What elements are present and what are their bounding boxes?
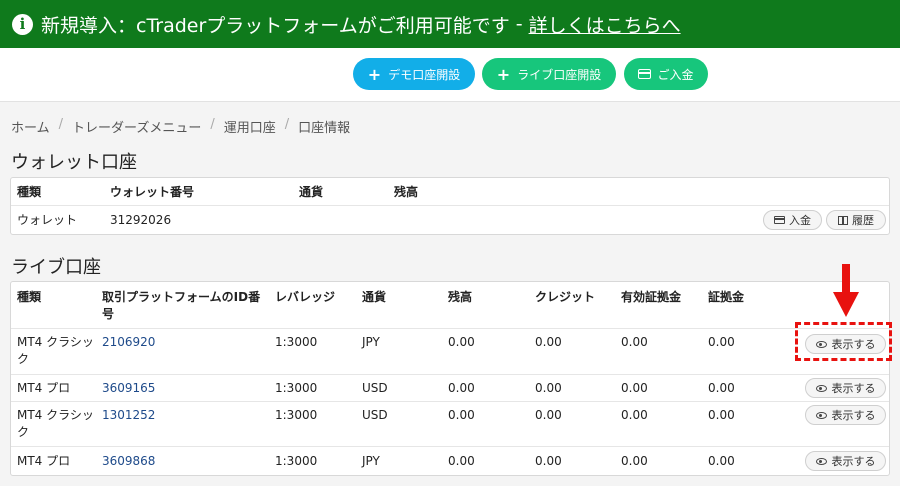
account-currency: JPY [362, 454, 380, 468]
account-currency: JPY [362, 335, 380, 349]
header-equity: 有効証拠金 [621, 290, 682, 304]
open-live-account-button[interactable]: + ライブ口座開設 [482, 58, 616, 90]
breadcrumb-separator: / [58, 117, 64, 132]
account-currency: USD [362, 408, 388, 422]
account-id: 1301252 [102, 408, 156, 422]
account-margin: 0.00 [708, 335, 735, 349]
header-margin: 証拠金 [708, 290, 745, 304]
account-margin: 0.00 [708, 381, 735, 395]
account-id: 3609868 [102, 454, 156, 468]
info-icon: i [12, 13, 33, 35]
table-row: ウォレット 31292026 入金 履歴 [11, 206, 889, 235]
account-leverage: 1:3000 [275, 335, 318, 349]
header-currency: 通貨 [299, 185, 324, 199]
breadcrumb-separator: / [210, 117, 215, 132]
live-accounts-table: 種類 取引プラットフォームのID番号 レバレッジ 通貨 残高 クレジット 有効証… [10, 281, 890, 476]
banner-separator: - [515, 13, 523, 35]
plus-icon: + [496, 64, 511, 84]
account-margin: 0.00 [708, 408, 735, 422]
account-currency: USD [362, 381, 388, 395]
banner-text: 新規導入：cTraderプラットフォームがご利用可能です [41, 14, 510, 37]
wallet-deposit-button[interactable]: 入金 [763, 210, 822, 230]
account-leverage: 1:3000 [275, 381, 318, 395]
account-equity: 0.00 [621, 408, 648, 422]
account-balance: 0.00 [448, 454, 475, 468]
deposit-button[interactable]: ご入金 [624, 58, 708, 90]
account-leverage: 1:3000 [275, 454, 318, 468]
wallet-history-label: 履歴 [852, 214, 874, 227]
header-credit: クレジット [535, 290, 596, 304]
table-header-row: 種類 ウォレット番号 通貨 残高 [11, 178, 889, 206]
annotation-highlight-box [795, 322, 892, 361]
account-balance: 0.00 [448, 408, 475, 422]
table-row: MT4 クラシック 1301252 1:3000 USD 0.00 0.00 0… [11, 402, 889, 447]
header-type: 種類 [17, 290, 42, 304]
account-balance: 0.00 [448, 335, 475, 349]
live-section-title: ライブ口座 [11, 257, 101, 278]
show-account-button[interactable]: 表示する [805, 451, 886, 471]
account-credit: 0.00 [535, 335, 562, 349]
wallet-type: ウォレット [17, 213, 78, 227]
header-platform-id: 取引プラットフォームのID番号 [102, 290, 261, 321]
breadcrumb-accounts[interactable]: 運用口座 [224, 117, 276, 136]
deposit-label: ご入金 [657, 67, 694, 82]
show-account-label: 表示する [831, 409, 876, 422]
eye-icon [815, 411, 827, 419]
wallet-history-button[interactable]: 履歴 [826, 210, 886, 230]
account-equity: 0.00 [621, 454, 648, 468]
breadcrumb-account-info: 口座情報 [298, 121, 351, 136]
breadcrumb: ホーム / トレーダーズメニュー / 運用口座 / 口座情報 [11, 117, 350, 136]
plus-icon: + [367, 64, 382, 84]
account-equity: 0.00 [621, 335, 648, 349]
table-icon [838, 215, 848, 225]
show-account-label: 表示する [831, 382, 876, 395]
wallet-table: 種類 ウォレット番号 通貨 残高 ウォレット 31292026 入金 履歴 [10, 177, 890, 235]
open-live-account-label: ライブ口座開設 [517, 67, 602, 82]
header-balance: 残高 [448, 290, 473, 304]
account-margin: 0.00 [708, 454, 735, 468]
open-demo-account-label: デモ口座開設 [388, 67, 461, 82]
account-leverage: 1:3000 [275, 408, 318, 422]
wallet-section-title: ウォレット口座 [11, 152, 137, 173]
show-account-button[interactable]: 表示する [805, 378, 886, 398]
wallet-deposit-label: 入金 [789, 214, 811, 227]
header-leverage: レバレッジ [275, 290, 336, 304]
header-currency: 通貨 [362, 290, 387, 304]
table-row: MT4 クラシック 2106920 1:3000 JPY 0.00 0.00 0… [11, 329, 889, 375]
account-credit: 0.00 [535, 381, 562, 395]
breadcrumb-separator: / [284, 117, 290, 132]
show-account-button[interactable]: 表示する [805, 405, 886, 425]
account-equity: 0.00 [621, 381, 648, 395]
table-header-row: 種類 取引プラットフォームのID番号 レバレッジ 通貨 残高 クレジット 有効証… [11, 282, 889, 329]
show-account-label: 表示する [831, 455, 876, 468]
eye-icon [815, 384, 827, 392]
eye-icon [815, 457, 827, 465]
annotation-arrow-icon [833, 264, 859, 317]
wallet-number: 31292026 [110, 213, 172, 227]
account-type: MT4 クラシック [17, 335, 94, 366]
credit-card-icon [774, 216, 785, 224]
breadcrumb-traders-menu[interactable]: トレーダーズメニュー [72, 117, 201, 136]
breadcrumb-home[interactable]: ホーム [11, 117, 50, 136]
header-wallet-number: ウォレット番号 [110, 185, 195, 199]
credit-card-icon [638, 69, 652, 79]
account-type: MT4 クラシック [17, 408, 94, 439]
open-demo-account-button[interactable]: + デモ口座開設 [353, 58, 475, 90]
header-balance: 残高 [394, 185, 419, 199]
account-id: 3609165 [102, 381, 156, 395]
table-row: MT4 プロ 3609868 1:3000 JPY 0.00 0.00 0.00… [11, 447, 889, 476]
banner-details-link[interactable]: 詳しくはこちらへ [529, 11, 681, 38]
account-balance: 0.00 [448, 381, 475, 395]
account-id: 2106920 [102, 335, 156, 349]
account-type: MT4 プロ [17, 454, 71, 468]
account-credit: 0.00 [535, 408, 562, 422]
header-type: 種類 [17, 185, 42, 199]
table-row: MT4 プロ 3609165 1:3000 USD 0.00 0.00 0.00… [11, 375, 889, 402]
announcement-banner: i 新規導入：cTraderプラットフォームがご利用可能です - 詳しくはこちら… [0, 0, 900, 48]
action-bar: + デモ口座開設 + ライブ口座開設 ご入金 [0, 48, 900, 102]
account-type: MT4 プロ [17, 381, 71, 395]
account-credit: 0.00 [535, 454, 562, 468]
